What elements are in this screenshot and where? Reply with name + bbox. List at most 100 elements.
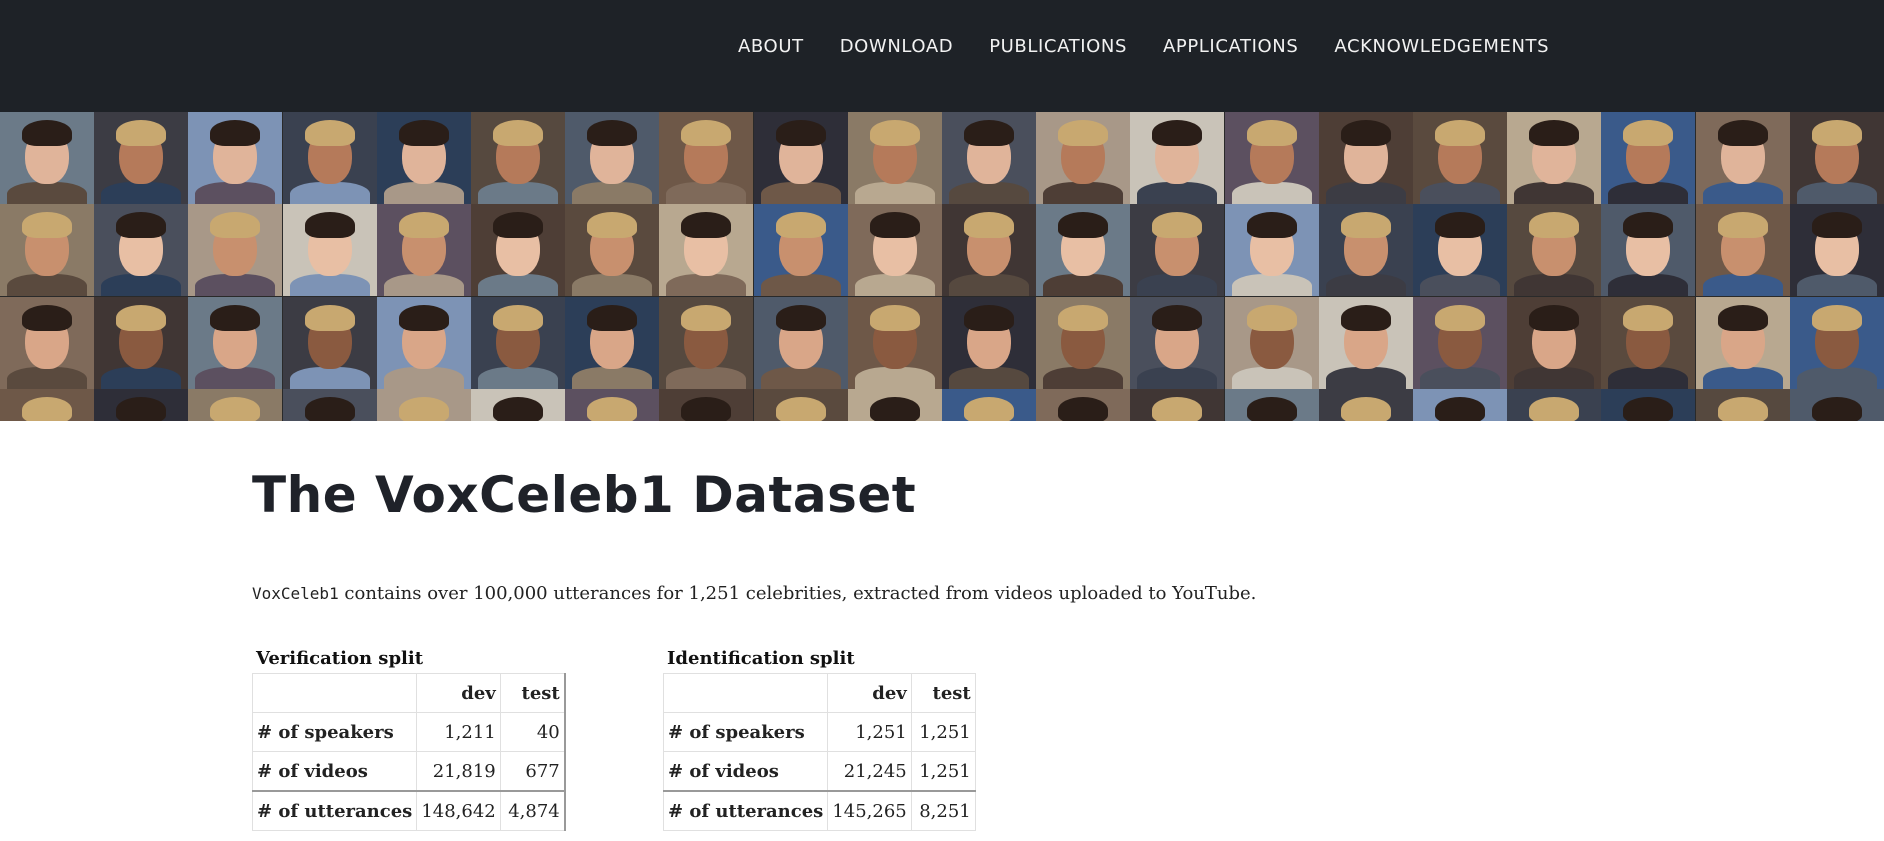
celebrity-face-thumbnail xyxy=(1225,297,1319,389)
celebrity-face-thumbnail xyxy=(188,389,282,421)
celebrity-face-thumbnail xyxy=(0,112,94,204)
nav-publications-link[interactable]: PUBLICATIONS xyxy=(989,36,1127,57)
row-label: # of videos xyxy=(251,751,418,792)
celebrity-face-thumbnail xyxy=(1507,204,1601,296)
dev-value: 1,211 xyxy=(416,712,501,752)
nav-acknowledgements-link[interactable]: ACKNOWLEDGEMENTS xyxy=(1334,36,1549,57)
nav-about-link[interactable]: ABOUT xyxy=(738,36,804,57)
celebrity-face-thumbnail xyxy=(188,297,282,389)
celebrity-face-thumbnail xyxy=(942,204,1036,296)
nav-applications-link[interactable]: APPLICATIONS xyxy=(1163,36,1298,57)
celebrity-face-thumbnail xyxy=(377,297,471,389)
celebrity-face-thumbnail xyxy=(754,297,848,389)
test-value: 677 xyxy=(499,751,566,792)
celebrity-face-thumbnail xyxy=(1130,389,1224,421)
table-header-row: dev test xyxy=(662,673,976,713)
celebrity-face-thumbnail xyxy=(188,112,282,204)
celebrity-face-thumbnail xyxy=(1413,389,1507,421)
dev-value: 145,265 xyxy=(827,790,912,831)
verification-split-caption: Verification split xyxy=(256,648,424,669)
dev-value: 1,251 xyxy=(827,712,912,752)
intro-text: contains over 100,000 utterances for 1,2… xyxy=(338,583,1257,604)
celebrity-face-thumbnail xyxy=(1130,204,1224,296)
test-value: 40 xyxy=(499,712,566,752)
celebrity-face-thumbnail xyxy=(1413,204,1507,296)
celebrity-face-thumbnail xyxy=(1790,297,1884,389)
celebrity-face-thumbnail xyxy=(94,204,188,296)
celebrity-face-thumbnail xyxy=(659,297,753,389)
celebrity-face-thumbnail xyxy=(1036,297,1130,389)
celebrity-face-thumbnail xyxy=(1601,204,1695,296)
celebrity-face-thumbnail xyxy=(1130,112,1224,204)
header-cell-dev: dev xyxy=(827,673,912,713)
celebrity-face-thumbnail xyxy=(1225,112,1319,204)
test-value: 1,251 xyxy=(910,712,976,752)
page-title: The VoxCeleb1 Dataset xyxy=(252,466,917,524)
celebrity-face-thumbnail xyxy=(1413,297,1507,389)
celebrity-face-thumbnail xyxy=(565,204,659,296)
dev-value: 21,819 xyxy=(416,751,501,792)
celebrity-face-thumbnail xyxy=(659,204,753,296)
celebrity-face-thumbnail xyxy=(1319,389,1413,421)
header-cell-empty xyxy=(662,673,829,713)
row-label: # of utterances xyxy=(251,790,418,831)
celebrity-face-thumbnail xyxy=(1225,204,1319,296)
celebrity-face-thumbnail xyxy=(377,389,471,421)
dataset-name-code: VoxCeleb1 xyxy=(252,584,339,603)
celebrity-face-thumbnail xyxy=(471,297,565,389)
header-cell-test: test xyxy=(910,673,976,713)
celebrity-face-thumbnail xyxy=(1696,112,1790,204)
celebrity-face-thumbnail xyxy=(1507,389,1601,421)
celebrity-face-thumbnail xyxy=(283,112,377,204)
row-label: # of speakers xyxy=(662,712,829,752)
identification-split-caption: Identification split xyxy=(667,648,855,669)
celebrity-face-thumbnail xyxy=(565,389,659,421)
celebrity-face-thumbnail xyxy=(659,389,753,421)
celebrity-face-thumbnail xyxy=(94,297,188,389)
celebrity-face-thumbnail xyxy=(848,204,942,296)
celebrity-face-thumbnail xyxy=(1130,297,1224,389)
celebrity-face-thumbnail xyxy=(1507,297,1601,389)
row-label: # of speakers xyxy=(251,712,418,752)
verification-split-block: Verification split dev test # of speaker… xyxy=(251,648,566,831)
celebrity-face-thumbnail xyxy=(754,112,848,204)
celebrity-face-thumbnail xyxy=(1413,112,1507,204)
celebrity-face-thumbnail xyxy=(1696,297,1790,389)
celebrity-face-collage-banner xyxy=(0,112,1884,421)
celebrity-face-thumbnail xyxy=(94,112,188,204)
celebrity-face-thumbnail xyxy=(659,112,753,204)
table-header-row: dev test xyxy=(251,673,566,713)
celebrity-face-thumbnail xyxy=(942,112,1036,204)
nav-download-link[interactable]: DOWNLOAD xyxy=(840,36,954,57)
intro-paragraph: VoxCeleb1 contains over 100,000 utteranc… xyxy=(252,583,1256,604)
celebrity-face-thumbnail xyxy=(1319,204,1413,296)
celebrity-face-thumbnail xyxy=(1696,204,1790,296)
identification-split-table: dev test # of speakers 1,251 1,251 # of … xyxy=(662,673,976,831)
celebrity-face-thumbnail xyxy=(754,204,848,296)
celebrity-face-thumbnail xyxy=(1225,389,1319,421)
celebrity-face-thumbnail xyxy=(377,204,471,296)
celebrity-face-thumbnail xyxy=(0,389,94,421)
table-row: # of speakers 1,251 1,251 xyxy=(662,712,976,752)
test-value: 8,251 xyxy=(910,790,976,831)
celebrity-face-thumbnail xyxy=(283,389,377,421)
test-value: 1,251 xyxy=(910,751,976,792)
dev-value: 21,245 xyxy=(827,751,912,792)
header-cell-test: test xyxy=(499,673,566,713)
celebrity-face-thumbnail xyxy=(94,389,188,421)
test-value: 4,874 xyxy=(499,790,566,831)
celebrity-face-thumbnail xyxy=(471,204,565,296)
celebrity-face-thumbnail xyxy=(1601,112,1695,204)
nav-links: ABOUT DOWNLOAD PUBLICATIONS APPLICATIONS… xyxy=(738,36,1585,57)
celebrity-face-thumbnail xyxy=(1319,297,1413,389)
identification-split-block: Identification split dev test # of speak… xyxy=(662,648,976,831)
celebrity-face-thumbnail xyxy=(0,204,94,296)
celebrity-face-thumbnail xyxy=(1036,204,1130,296)
celebrity-face-thumbnail xyxy=(283,204,377,296)
celebrity-face-thumbnail xyxy=(565,297,659,389)
celebrity-face-thumbnail xyxy=(377,112,471,204)
celebrity-face-thumbnail xyxy=(754,389,848,421)
dev-value: 148,642 xyxy=(416,790,501,831)
celebrity-face-thumbnail xyxy=(188,204,282,296)
top-navigation-bar: ABOUT DOWNLOAD PUBLICATIONS APPLICATIONS… xyxy=(0,0,1884,112)
